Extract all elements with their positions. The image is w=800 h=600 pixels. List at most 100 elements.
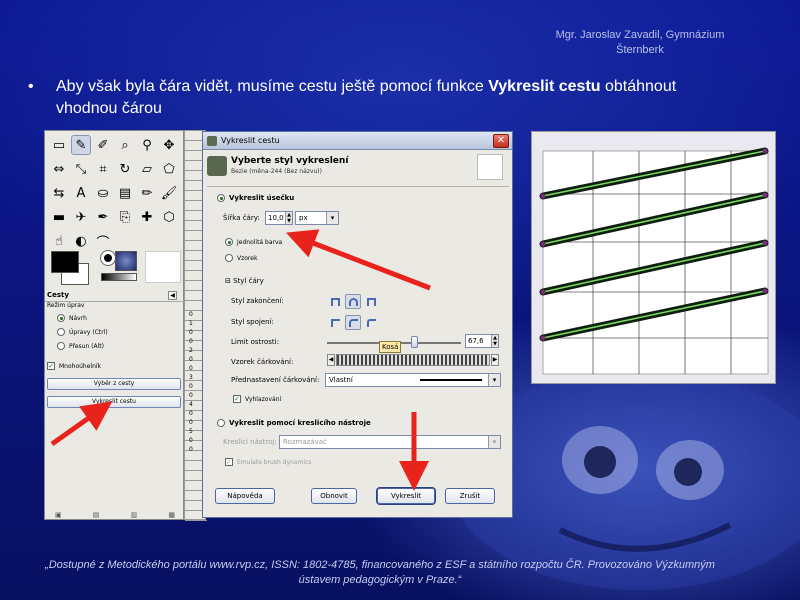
mode-move-option[interactable]: Přesun (Alt) [57,342,104,350]
pattern-option[interactable]: Vzorek [225,254,257,262]
radio-icon[interactable] [57,314,65,322]
miter-slider-thumb[interactable] [411,336,418,348]
delete-options-icon[interactable]: ▥ [131,511,138,519]
chevron-down-icon[interactable]: ▾ [326,212,338,224]
clone-icon[interactable]: ⎘ [115,207,135,227]
spin-arrows-icon[interactable]: ▲ ▼ [285,212,292,224]
radio-icon[interactable] [57,328,65,336]
footer-line-1: „Dostupné z Metodického portálu www.rvp.… [45,559,715,571]
blend-icon[interactable]: ▤ [115,183,135,203]
author-line-2: Šternberk [616,44,664,56]
paint-tool-select[interactable]: Rozmazávač ▾ [279,435,501,449]
mode-design-option[interactable]: Návrh [57,314,87,322]
bucket-fill-icon[interactable]: ⛀ [93,183,113,203]
unit-select[interactable]: px ▾ [295,211,339,225]
radio-icon[interactable] [57,342,65,350]
join-miter-icon[interactable] [327,315,343,330]
emulate-dynamics-checkbox[interactable]: ✓ Emulate brush dynamics [225,458,311,466]
stroke-line-option[interactable]: Vykreslit úsečku [217,194,294,202]
stroke-button[interactable]: Vykreslit [377,488,435,504]
radio-icon[interactable] [225,238,233,246]
selection-from-path-button[interactable]: Výběr z cesty [47,378,181,390]
line-width-input[interactable]: 10,0 ▲ ▼ [265,211,293,225]
footer-line-2: ústavem pedagogickým v Praze.“ [298,574,462,586]
airbrush-icon[interactable]: ✈ [71,207,91,227]
shear-icon[interactable]: ▱ [137,159,157,179]
collapse-icon[interactable]: ◀ [168,291,177,300]
brush-preview[interactable] [101,251,115,265]
path-preview [477,154,503,180]
dash-preset-value: Vlastní [329,376,353,384]
checkbox-check-icon[interactable]: ✓ [225,458,233,466]
image-preview[interactable] [145,251,181,283]
ruler-tick-label: 0 [189,311,193,318]
antialias-checkbox[interactable]: ✓ Vyhlazování [233,395,281,403]
dialog-title: Vykreslit cestu [221,136,280,145]
text-icon[interactable]: A [71,183,91,203]
dodge-icon[interactable]: ◐ [71,231,91,251]
polygonal-label: Mnohoúhelník [59,362,102,370]
help-button[interactable]: Nápověda [215,488,275,504]
rect-select-icon[interactable]: ▭ [49,135,69,155]
solid-color-option[interactable]: Jednolitá barva [225,238,282,246]
polygonal-checkbox[interactable]: ✓ Mnohoúhelník [47,362,101,370]
foreground-color-swatch[interactable] [51,251,79,273]
dialog-titlebar[interactable]: Vykreslit cestu ✕ [203,132,512,150]
heal-icon[interactable]: ✚ [137,207,157,227]
crop-icon[interactable]: ⌗ [93,159,113,179]
smudge-icon[interactable]: ☝ [49,231,69,251]
radio-icon[interactable] [217,194,225,202]
join-bevel-icon[interactable] [363,315,379,330]
stroke-path-button[interactable]: Vykreslit cestu [47,396,181,408]
scale-icon[interactable]: ⤡ [71,159,91,179]
cancel-button[interactable]: Zrušit [445,488,495,504]
zoom-icon[interactable]: ⌕ [115,135,135,155]
paintbrush-icon[interactable]: 🖌 [159,183,179,203]
chevron-down-icon[interactable]: ▾ [488,436,500,448]
line-style-expander[interactable]: ⊟ Styl čáry [225,277,264,285]
save-options-icon[interactable]: ▣ [55,511,62,519]
path-icon[interactable]: ⌒ [93,231,113,251]
cap-square-icon[interactable] [363,294,379,309]
stroke-tool-option[interactable]: Vykreslit pomocí kreslicího nástroje [217,419,371,427]
pattern-preview[interactable] [115,251,137,271]
chevron-down-icon[interactable]: ▾ [488,374,500,386]
radio-icon[interactable] [225,254,233,262]
radio-icon[interactable] [217,419,225,427]
emulate-dynamics-label: Emulate brush dynamics [237,458,312,466]
path-anchor [540,289,546,295]
join-round-icon[interactable] [345,315,361,330]
dash-right-icon[interactable]: ▶ [491,354,499,366]
perspective-icon[interactable]: ⬠ [159,159,179,179]
flip-icon[interactable]: ⇆ [49,183,69,203]
eraser-icon[interactable]: ▬ [49,207,69,227]
reset-button[interactable]: Obnovit [311,488,357,504]
reset-options-icon[interactable]: ▦ [168,511,175,519]
checkbox-check-icon[interactable]: ✓ [233,395,241,403]
dash-pattern-editor[interactable] [336,354,490,366]
checkbox-check-icon[interactable]: ✓ [47,362,55,370]
edit-mode-label: Režim úprav [47,302,85,309]
mode-label-edit: Úpravy (Ctrl) [69,328,108,336]
color-picker-icon[interactable]: ✐ [93,135,113,155]
restore-options-icon[interactable]: ▤ [93,511,100,519]
lasso-icon[interactable]: ✎ [71,135,91,155]
mode-edit-option[interactable]: Úpravy (Ctrl) [57,328,108,336]
bullet-text: Aby však byla čára vidět, musíme cestu j… [56,76,728,120]
dash-left-icon[interactable]: ◀ [327,354,335,366]
pencil-icon[interactable]: ✏ [137,183,157,203]
spin-arrows-icon[interactable]: ▲ ▼ [491,335,498,347]
gradient-preview[interactable] [101,273,137,281]
cap-round-icon[interactable] [345,294,361,309]
rotate-icon[interactable]: ↻ [115,159,135,179]
align-icon[interactable]: ⇔ [49,159,69,179]
cap-butt-icon[interactable] [327,294,343,309]
dash-preset-select[interactable]: Vlastní ▾ [325,373,501,387]
perspective-clone-icon[interactable]: ⬡ [159,207,179,227]
stroke-tool-label: Vykreslit pomocí kreslicího nástroje [229,419,371,427]
miter-limit-input[interactable]: 67,6 ▲ ▼ [465,334,499,348]
ink-icon[interactable]: ✒ [93,207,113,227]
move-icon[interactable]: ✥ [159,135,179,155]
close-button[interactable]: ✕ [493,134,509,148]
measure-icon[interactable]: ⚲ [137,135,157,155]
